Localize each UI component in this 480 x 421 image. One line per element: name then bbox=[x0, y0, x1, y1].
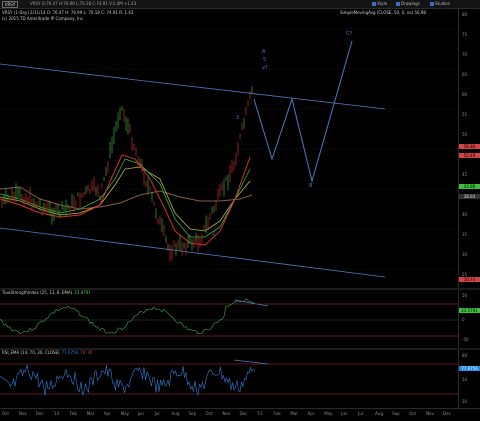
x-tick-label: Sep bbox=[188, 411, 197, 416]
x-tick-label: Dec bbox=[239, 411, 248, 416]
y-tick: 65 bbox=[462, 72, 468, 77]
x-tick-label: Oct bbox=[409, 411, 417, 416]
x-tick-label: May bbox=[120, 411, 130, 416]
y-tick: 75 bbox=[462, 32, 468, 37]
x-tick-label: Mar bbox=[290, 411, 298, 416]
y-tick: 35 bbox=[462, 232, 468, 237]
studies-button[interactable]: Studies bbox=[430, 1, 450, 6]
ma-yellow-line bbox=[0, 166, 251, 232]
wave-projection-line bbox=[253, 40, 353, 183]
y-tick: 55 bbox=[462, 112, 468, 117]
channel-lower-line bbox=[0, 227, 386, 278]
tsi-axis: 50 0 -50 23.5791 bbox=[458, 290, 480, 348]
y-tick: 40 bbox=[462, 212, 468, 217]
y-tick: 45 bbox=[462, 172, 468, 177]
y-tick: 50 bbox=[462, 293, 468, 298]
y-tick: 50 bbox=[462, 377, 468, 382]
x-tick-label: Feb bbox=[273, 411, 281, 416]
wave-label-b: B bbox=[309, 183, 313, 189]
x-tick-label: May bbox=[324, 411, 333, 416]
channel-upper-line bbox=[0, 63, 386, 110]
rsi-tag: 77.6756 bbox=[459, 366, 480, 371]
x-tick-label: Apr bbox=[103, 411, 111, 416]
x-tick-label: Nov bbox=[222, 411, 231, 416]
x-tick-label: Nov bbox=[18, 411, 27, 416]
tsi-pane[interactable]: TrueStrengthIndex (25, 13, 8, EMA) 23.879… bbox=[0, 290, 458, 348]
wave-label-5: 5 bbox=[263, 57, 267, 63]
y-tick: 30 bbox=[462, 252, 468, 257]
studies-icon bbox=[430, 2, 434, 6]
price-tag: 43.88 bbox=[459, 184, 480, 189]
time-axis: Oct Nov Dec '14 Feb Mar Apr May Jun Jul Aug Sep Oct N… bbox=[0, 408, 480, 421]
pencil-icon bbox=[396, 2, 400, 6]
price-chart bbox=[0, 28, 458, 278]
x-tick-label: Dec bbox=[35, 411, 44, 416]
x-tick-label: Feb bbox=[69, 411, 77, 416]
rsi-axis: 80 50 20 77.6756 bbox=[458, 350, 480, 408]
y-tick: 60 bbox=[462, 92, 468, 97]
x-tick-label: Nov bbox=[426, 411, 434, 416]
price-tag: 38.93 bbox=[459, 194, 480, 199]
style-icon bbox=[372, 2, 376, 6]
wave-label-2: 2 bbox=[212, 231, 216, 237]
price-tag: 52.49 bbox=[459, 153, 480, 158]
rsi-line bbox=[0, 364, 256, 396]
tsi-chart bbox=[0, 298, 458, 337]
y-tick: 80 bbox=[462, 12, 468, 17]
price-axis: 80 75 70 65 60 55 50 45 40 35 30 25 56.8… bbox=[458, 9, 480, 288]
wave-label-v: v? bbox=[262, 65, 268, 71]
price-tag: 10.74 bbox=[459, 277, 480, 282]
quote-line: VRSY O:76.47 H:76.99 L:70.18 C:74.91 V:1… bbox=[30, 1, 137, 6]
rsi-chart bbox=[0, 359, 458, 396]
price-tag: 56.88 bbox=[459, 144, 480, 149]
x-tick-label: Aug bbox=[375, 411, 383, 416]
y-tick: 80 bbox=[462, 353, 468, 358]
x-tick-label: Dec bbox=[443, 411, 451, 416]
x-tick-label: Sep bbox=[392, 411, 400, 416]
chart-toolbar: VRSY VRSY O:76.47 H:76.99 L:70.18 C:74.9… bbox=[0, 0, 480, 9]
style-button[interactable]: Style bbox=[372, 1, 387, 6]
symbol-box[interactable]: VRSY bbox=[2, 1, 18, 8]
x-tick-label: '14 bbox=[52, 411, 60, 416]
x-tick-label: '15 bbox=[256, 411, 263, 416]
x-tick-label: Jul bbox=[358, 411, 364, 416]
rsi-pane[interactable]: RSI_EMA (14, 70, 30, CLOSE) 77.6756 70 30 bbox=[0, 350, 458, 408]
y-tick: 50 bbox=[462, 132, 468, 137]
x-tick-label: Aug bbox=[171, 411, 180, 416]
x-tick-label: Apr bbox=[307, 411, 315, 416]
drawings-button[interactable]: Drawings bbox=[396, 1, 420, 6]
y-tick: 70 bbox=[462, 52, 468, 57]
rsi-divergence-line bbox=[233, 359, 269, 365]
y-tick: -50 bbox=[462, 337, 469, 342]
wave-label-a: A bbox=[262, 49, 266, 55]
tsi-tag: 23.5791 bbox=[459, 308, 480, 313]
x-tick-label: Mar bbox=[86, 411, 95, 416]
wave-label-c: C? bbox=[346, 31, 353, 37]
x-tick-label: Jul bbox=[154, 411, 160, 416]
y-tick: 20 bbox=[462, 399, 468, 404]
tsi-divergence-line bbox=[233, 299, 269, 307]
wave-label-3: 3 bbox=[236, 115, 240, 121]
x-tick-label: Oct bbox=[205, 411, 213, 416]
x-tick-label: Jun bbox=[137, 411, 144, 416]
x-tick-label: Jun bbox=[341, 411, 348, 416]
x-tick-label: Oct bbox=[2, 411, 9, 416]
y-tick: 0 bbox=[462, 317, 465, 322]
price-pane[interactable]: VRSY (1-Day) 2/11/14 O: 76.47 H: 76.99 L… bbox=[0, 9, 458, 288]
